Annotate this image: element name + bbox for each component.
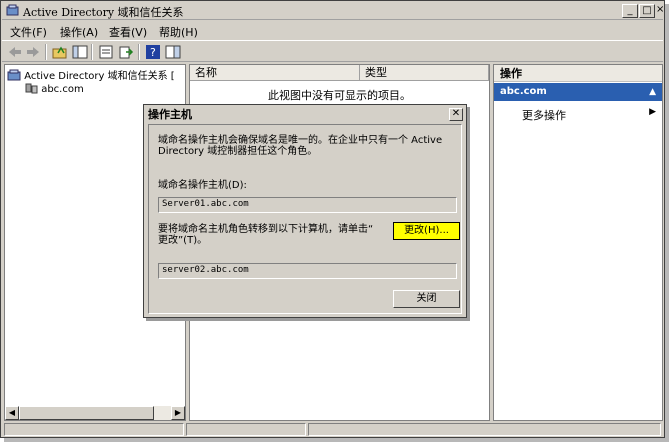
toolbar-separator xyxy=(138,44,140,60)
forward-arrow-icon[interactable] xyxy=(25,44,41,60)
tree-root-label: Active Directory 域和信任关系 [ xyxy=(24,71,175,82)
toolbar-separator xyxy=(91,44,93,60)
tree-node-abc-com[interactable]: abc.com xyxy=(25,82,84,95)
actions-header: 操作 xyxy=(494,65,662,82)
target-computer-field: server02.abc.com xyxy=(158,263,457,279)
minimize-button[interactable]: _ xyxy=(622,4,638,18)
actions-section-label: abc.com xyxy=(500,86,547,97)
tree-root-node[interactable]: Active Directory 域和信任关系 [ xyxy=(7,67,175,82)
operations-master-dialog: 操作主机 ✕ 域命名操作主机会确保域名是唯一的。在企业中只有一个 Active … xyxy=(143,104,467,318)
current-owner-field: Server01.abc.com xyxy=(158,197,457,213)
transfer-instruction-line1: 要将域命名主机角色转移到以下计算机，请单击“ xyxy=(158,224,374,235)
close-button[interactable]: 关闭 xyxy=(393,290,460,308)
window-shadow-right xyxy=(665,4,669,442)
properties-icon[interactable] xyxy=(98,44,114,60)
menu-view[interactable]: 查看(V) xyxy=(109,24,147,40)
tree-node-label: abc.com xyxy=(41,84,84,95)
dialog-description-line1: 域命名操作主机会确保域名是唯一的。在企业中只有一个 Active xyxy=(158,135,443,146)
submenu-arrow-icon: ▶ xyxy=(649,107,656,117)
window-title: Active Directory 域和信任关系 xyxy=(23,6,184,19)
menu-help[interactable]: 帮助(H) xyxy=(159,24,198,40)
horizontal-scrollbar[interactable]: ◀ ▶ xyxy=(5,406,185,420)
back-arrow-icon[interactable] xyxy=(7,44,23,60)
owner-label: 域命名操作主机(D): xyxy=(158,180,247,191)
collapse-up-icon[interactable]: ▲ xyxy=(649,83,656,101)
column-header-name[interactable]: 名称 xyxy=(190,65,360,81)
status-cell xyxy=(308,423,661,436)
close-window-button[interactable]: × xyxy=(656,4,664,18)
svg-text:?: ? xyxy=(150,46,156,59)
column-header-type[interactable]: 类型 xyxy=(360,65,489,81)
empty-list-message: 此视图中没有可显示的项目。 xyxy=(268,89,411,102)
show-hide-tree-icon[interactable] xyxy=(72,44,88,60)
status-cell xyxy=(4,423,184,436)
actions-section-abc-com[interactable]: abc.com ▲ xyxy=(494,83,662,101)
export-list-icon[interactable] xyxy=(118,44,134,60)
status-cell xyxy=(186,423,306,436)
change-button[interactable]: 更改(H)... xyxy=(393,222,460,240)
title-bar[interactable]: Active Directory 域和信任关系 _ □ × xyxy=(2,2,664,20)
actions-pane: 操作 abc.com ▲ 更多操作 ▶ xyxy=(493,64,663,421)
toolbar-separator xyxy=(45,44,47,60)
help-icon[interactable]: ? xyxy=(145,44,161,60)
more-actions-item[interactable]: 更多操作 xyxy=(522,107,566,123)
dialog-close-icon[interactable]: ✕ xyxy=(449,108,463,121)
action-pane-icon[interactable] xyxy=(165,44,181,60)
menu-file[interactable]: 文件(F) xyxy=(10,24,47,40)
dialog-description-line2: Directory 域控制器担任这个角色。 xyxy=(158,146,318,157)
ad-domains-icon xyxy=(7,69,21,81)
menu-bar: 文件(F) 操作(A) 查看(V) 帮助(H) xyxy=(2,21,663,40)
menu-action[interactable]: 操作(A) xyxy=(60,24,98,40)
scroll-right-icon[interactable]: ▶ xyxy=(171,406,185,420)
scroll-thumb[interactable] xyxy=(19,406,154,420)
maximize-button[interactable]: □ xyxy=(639,4,655,18)
dialog-body: 域命名操作主机会确保域名是唯一的。在企业中只有一个 Active Directo… xyxy=(148,124,462,314)
up-folder-icon[interactable] xyxy=(52,44,68,60)
toolbar: ? xyxy=(2,40,663,62)
domain-icon xyxy=(25,83,38,94)
dialog-title[interactable]: 操作主机 xyxy=(145,106,465,124)
transfer-instruction-line2: 更改”(T)。 xyxy=(158,235,208,246)
ad-domains-icon xyxy=(6,4,19,16)
window-shadow-bottom xyxy=(4,438,669,442)
scroll-left-icon[interactable]: ◀ xyxy=(5,406,19,420)
status-bar xyxy=(2,422,663,437)
